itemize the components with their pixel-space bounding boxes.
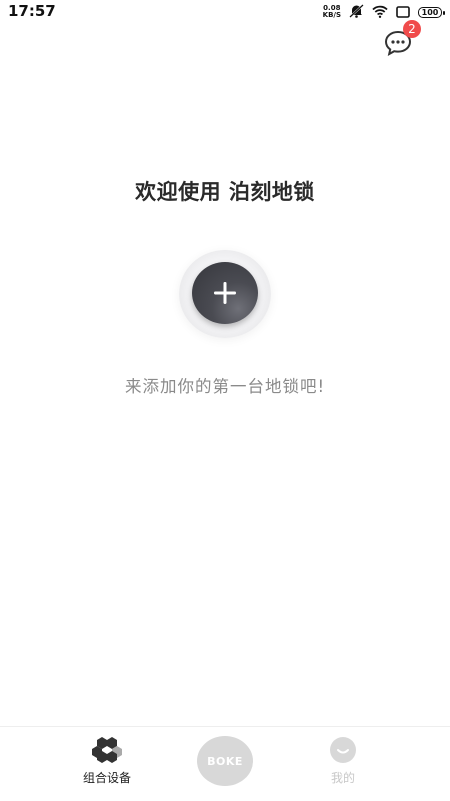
nav-label-mine: 我的 (330, 771, 355, 785)
message-button[interactable]: 2 (384, 20, 421, 60)
wifi-icon (372, 3, 388, 22)
net-speed-indicator: 0.08 KB/S (323, 5, 341, 19)
battery-icon: 100 (418, 6, 445, 18)
welcome-title: 欢迎使用 泊刻地锁 (135, 180, 315, 204)
nav-item-mine[interactable]: 我的 (293, 727, 393, 801)
mute-icon (349, 3, 364, 22)
add-lock-button[interactable] (192, 262, 258, 324)
chat-bubble-icon (384, 30, 412, 60)
add-hint: 来添加你的第一台地锁吧! (124, 377, 326, 396)
hexagon-cluster-icon (92, 736, 124, 768)
status-icons: 0.08 KB/S 100 (323, 3, 445, 22)
screen-icon (396, 3, 410, 22)
net-speed-unit: KB/S (322, 11, 341, 19)
nav-label-devices: 组合设备 (82, 771, 131, 785)
nav-item-devices[interactable]: 组合设备 (57, 727, 157, 801)
status-time: 17:57 (8, 2, 56, 20)
smile-face-icon (328, 736, 358, 768)
brand-button[interactable]: BOKE (197, 736, 253, 786)
message-badge: 2 (403, 20, 421, 38)
status-bar: 17:57 0.08 KB/S 100 (0, 0, 450, 24)
bottom-nav: 组合设备 BOKE 我的 (0, 726, 450, 801)
